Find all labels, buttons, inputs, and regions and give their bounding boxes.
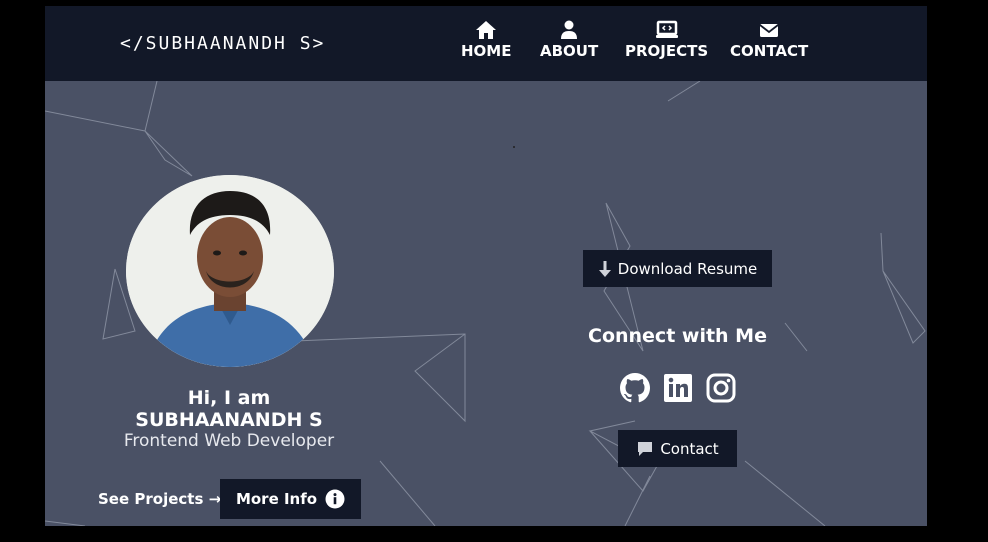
nav-projects[interactable]: PROJECTS xyxy=(625,20,708,60)
laptop-code-icon xyxy=(655,20,678,38)
comment-icon xyxy=(638,441,653,456)
top-navbar: </SUBHAANANDH S> HOME ABOUT PROJECTS CON… xyxy=(45,6,927,81)
home-icon xyxy=(476,21,497,39)
github-icon xyxy=(620,373,650,403)
nav-projects-label: PROJECTS xyxy=(625,42,709,60)
profile-avatar xyxy=(126,175,334,367)
see-projects-label: See Projects xyxy=(98,490,204,508)
hero-greeting: Hi, I am SUBHAANANDH S xyxy=(135,387,323,431)
nav-contact-label: CONTACT xyxy=(730,42,809,60)
nav-home-label: HOME xyxy=(461,42,512,60)
brand-logo-text[interactable]: </SUBHAANANDH S> xyxy=(120,33,325,54)
linkedin-link[interactable] xyxy=(662,372,694,404)
download-resume-button[interactable]: Download Resume xyxy=(583,250,772,287)
connect-title: Connect with Me xyxy=(588,325,767,347)
see-projects-link[interactable]: See Projects → xyxy=(98,490,221,508)
nav-about-label: ABOUT xyxy=(540,42,599,60)
contact-button-label: Contact xyxy=(660,439,719,458)
instagram-link[interactable] xyxy=(705,372,737,404)
nav-home[interactable]: HOME xyxy=(461,20,511,60)
more-info-button[interactable]: More Info xyxy=(220,479,361,519)
download-resume-label: Download Resume xyxy=(617,259,758,278)
envelope-icon xyxy=(759,24,779,37)
more-info-label: More Info xyxy=(235,490,318,508)
arrow-down-icon xyxy=(598,260,611,277)
instagram-icon xyxy=(706,373,736,403)
nav-about[interactable]: ABOUT xyxy=(540,20,598,60)
page-frame: </SUBHAANANDH S> HOME ABOUT PROJECTS CON… xyxy=(45,6,927,526)
hero-role: Frontend Web Developer xyxy=(123,431,335,451)
contact-button[interactable]: Contact xyxy=(618,430,737,467)
github-link[interactable] xyxy=(619,372,651,404)
nav-contact[interactable]: CONTACT xyxy=(730,20,808,60)
user-icon xyxy=(561,20,578,39)
info-circle-icon xyxy=(325,489,345,509)
linkedin-icon xyxy=(664,374,692,402)
